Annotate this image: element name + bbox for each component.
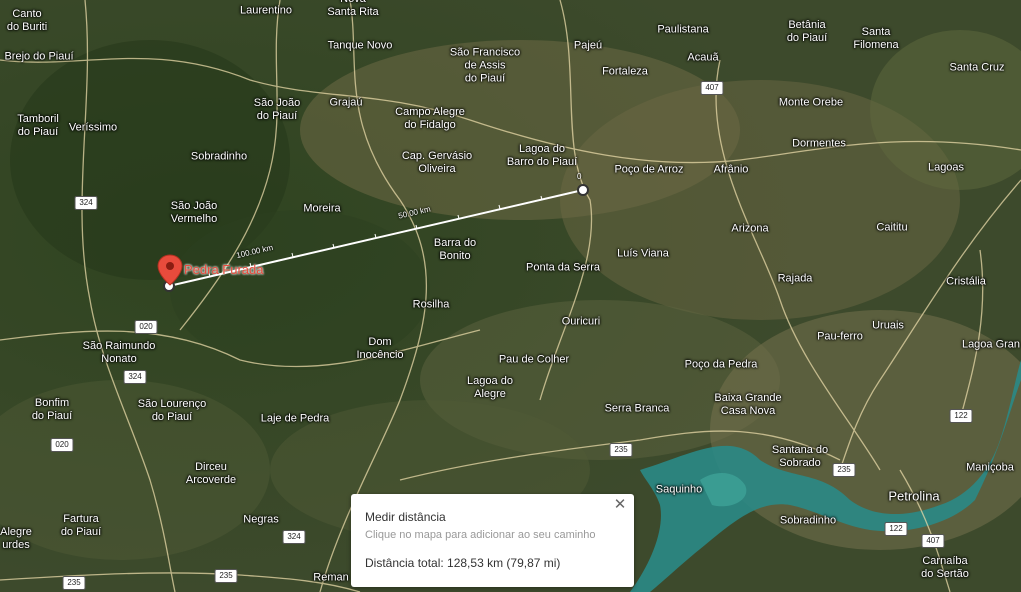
pin-label[interactable]: Pedra Furada: [184, 262, 264, 277]
close-icon[interactable]: ✕: [612, 497, 628, 513]
measure-distance-panel: Medir distância Clique no mapa para adic…: [351, 494, 634, 587]
total-distance: Distância total: 128,53 km (79,87 mi): [365, 556, 561, 570]
measure-start-point: [577, 184, 589, 196]
location-pin-icon[interactable]: [156, 253, 184, 289]
measure-start-label: 0: [577, 172, 582, 181]
panel-hint: Clique no mapa para adicionar ao seu cam…: [365, 529, 596, 541]
panel-title: Medir distância: [365, 510, 446, 524]
